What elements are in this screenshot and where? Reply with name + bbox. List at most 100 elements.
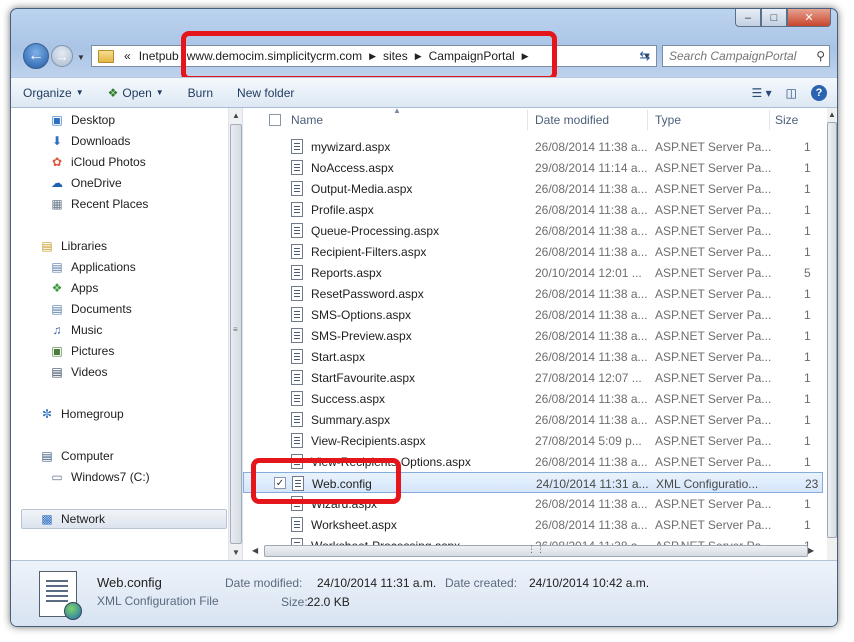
file-row[interactable]: Wizard.aspx 26/08/2014 11:38 a... ASP.NET … bbox=[243, 493, 823, 514]
nav-item-applications[interactable]: ▤ Applications bbox=[49, 256, 135, 277]
file-row[interactable]: View-Recipients.aspx 27/08/2014 5:09 p...… bbox=[243, 430, 823, 451]
file-row[interactable]: Summary.aspx 26/08/2014 11:38 a... ASP.NET… bbox=[243, 409, 823, 430]
file-list-hscrollbar[interactable]: ◀ ⋮⋮ ▶ bbox=[250, 543, 816, 559]
search-box[interactable]: ⚲ bbox=[662, 45, 830, 67]
hscroll-thumb[interactable]: ⋮⋮ bbox=[264, 544, 808, 557]
file-row[interactable]: NoAccess.aspx 29/08/2014 11:14 a... ASP.NE… bbox=[243, 157, 823, 178]
column-header-name[interactable]: Name bbox=[291, 113, 323, 127]
nav-item-icloud-photos[interactable]: ✿ iCloud Photos bbox=[49, 151, 146, 172]
breadcrumb-sites[interactable]: sites bbox=[379, 49, 412, 63]
column-header-type[interactable]: Type bbox=[655, 113, 681, 127]
minimize-button[interactable]: – bbox=[735, 9, 761, 27]
breadcrumb-campaignportal[interactable]: CampaignPortal bbox=[425, 49, 519, 63]
nav-item-desktop[interactable]: ▣ Desktop bbox=[49, 109, 115, 130]
file-type: ASP.NET Server Pa... bbox=[655, 224, 772, 238]
checkbox[interactable] bbox=[269, 114, 281, 126]
breadcrumb-separator-icon[interactable]: ▶ bbox=[519, 51, 532, 62]
file-row[interactable]: Success.aspx 26/08/2014 11:38 a... ASP.NET… bbox=[243, 388, 823, 409]
file-row[interactable]: StartFavourite.aspx 27/08/2014 12:07 ... A… bbox=[243, 367, 823, 388]
file-row[interactable]: View-Recipients-Options.aspx 26/08/2014 1… bbox=[243, 451, 823, 472]
nav-item-homegroup[interactable]: ✼ Homegroup bbox=[39, 403, 124, 424]
file-row[interactable]: Start.aspx 26/08/2014 11:38 a... ASP.NET S… bbox=[243, 346, 823, 367]
new-folder-button[interactable]: New folder bbox=[225, 78, 306, 107]
forward-button[interactable]: → bbox=[51, 45, 73, 67]
details-size-value: 22.0 KB bbox=[307, 595, 350, 609]
address-bar[interactable]: « Inetpub www.democim.simplicitycrm.com … bbox=[91, 45, 657, 67]
nav-item-libraries[interactable]: ▤ Libraries bbox=[39, 235, 107, 256]
chevron-down-icon: ▼ bbox=[75, 88, 84, 97]
file-list-vscrollbar[interactable]: ▲ bbox=[827, 108, 837, 560]
nav-item-apps[interactable]: ❖ Apps bbox=[49, 277, 99, 298]
breadcrumb-site[interactable]: www.democim.simplicitycrm.com bbox=[183, 49, 366, 63]
file-type: ASP.NET Server Pa... bbox=[655, 350, 772, 364]
close-button[interactable]: ✕ bbox=[787, 9, 831, 27]
column-divider[interactable] bbox=[527, 110, 528, 130]
vscroll-thumb[interactable] bbox=[827, 122, 837, 538]
back-button[interactable]: ← bbox=[23, 43, 49, 69]
file-row[interactable]: Profile.aspx 26/08/2014 11:38 a... ASP.NET… bbox=[243, 199, 823, 220]
file-row[interactable]: Output-Media.aspx 26/08/2014 11:38 a... AS… bbox=[243, 178, 823, 199]
nav-item-music[interactable]: ♫ Music bbox=[49, 319, 103, 340]
select-all-checkbox[interactable] bbox=[269, 114, 281, 126]
preview-pane-icon[interactable]: ◫ bbox=[786, 86, 797, 100]
details-created-value: 24/10/2014 10:42 a.m. bbox=[529, 576, 650, 590]
nav-label: Music bbox=[71, 322, 103, 337]
details-file-type: XML Configuration File bbox=[97, 594, 219, 608]
scroll-right-icon[interactable]: ▶ bbox=[808, 546, 814, 555]
nav-scroll-thumb[interactable]: ≡ bbox=[230, 124, 242, 544]
file-size: 1 bbox=[804, 203, 811, 217]
file-date: 26/08/2014 11:38 a... bbox=[535, 203, 648, 217]
file-row[interactable]: SMS-Preview.aspx 26/08/2014 11:38 a... ASP… bbox=[243, 325, 823, 346]
file-row[interactable]: Reports.aspx 20/10/2014 12:01 ... ASP.NET … bbox=[243, 262, 823, 283]
search-input[interactable] bbox=[663, 48, 811, 64]
organize-label: Organize bbox=[23, 85, 72, 100]
change-view-icon[interactable]: ☰ ▾ bbox=[752, 86, 772, 100]
organize-button[interactable]: Organize ▼ bbox=[11, 78, 96, 107]
aspx-file-icon bbox=[291, 286, 303, 301]
search-icon[interactable]: ⚲ bbox=[816, 49, 825, 63]
file-type: ASP.NET Server Pa... bbox=[655, 518, 772, 532]
help-icon[interactable]: ? bbox=[811, 84, 827, 101]
aspx-file-icon bbox=[291, 223, 303, 238]
nav-item-network[interactable]: ▩ Network bbox=[39, 508, 105, 529]
refresh-button[interactable]: ⇆ bbox=[633, 46, 657, 66]
maximize-button[interactable]: □ bbox=[761, 9, 787, 27]
file-name: Summary.aspx bbox=[311, 413, 391, 427]
column-divider[interactable] bbox=[769, 110, 770, 130]
breadcrumb-separator-icon[interactable]: ▶ bbox=[412, 51, 425, 62]
open-button[interactable]: ❖ Open ▼ bbox=[96, 78, 176, 107]
nav-item-pictures[interactable]: ▣ Pictures bbox=[49, 340, 114, 361]
aspx-file-icon bbox=[291, 349, 303, 364]
scroll-left-icon[interactable]: ◀ bbox=[252, 546, 258, 555]
file-row[interactable]: mywizard.aspx 26/08/2014 11:38 a... ASP.NE… bbox=[243, 136, 823, 157]
column-header-date[interactable]: Date modified bbox=[535, 113, 609, 127]
nav-item-drive-c[interactable]: ▭ Windows7 (C:) bbox=[49, 466, 149, 487]
burn-button[interactable]: Burn bbox=[176, 78, 225, 107]
address-history-chevron[interactable]: « bbox=[120, 49, 135, 63]
breadcrumb-inetpub[interactable]: Inetpub bbox=[135, 49, 183, 63]
nav-scrollbar[interactable]: ▲ ≡ ▼ bbox=[228, 108, 242, 560]
recent-pages-dropdown[interactable]: ▼ bbox=[77, 53, 85, 62]
nav-item-videos[interactable]: ▤ Videos bbox=[49, 361, 107, 382]
file-row[interactable]: Worksheet.aspx 26/08/2014 11:38 a... ASP.N… bbox=[243, 514, 823, 535]
nav-item-documents[interactable]: ▤ Documents bbox=[49, 298, 131, 319]
nav-item-downloads[interactable]: ⬇ Downloads bbox=[49, 130, 130, 151]
breadcrumb-separator-icon[interactable]: ▶ bbox=[366, 51, 379, 62]
scroll-up-icon[interactable]: ▲ bbox=[232, 111, 240, 120]
scroll-up-icon[interactable]: ▲ bbox=[828, 110, 836, 119]
nav-item-computer[interactable]: ▤ Computer bbox=[39, 445, 113, 466]
nav-item-onedrive[interactable]: ☁ OneDrive bbox=[49, 172, 122, 193]
file-row[interactable]: Queue-Processing.aspx 26/08/2014 11:38 a.… bbox=[243, 220, 823, 241]
scroll-down-icon[interactable]: ▼ bbox=[232, 548, 240, 557]
column-header-size[interactable]: Size bbox=[775, 113, 798, 127]
nav-item-recent-places[interactable]: ▦ Recent Places bbox=[49, 193, 148, 214]
details-size-label: Size: bbox=[281, 595, 308, 609]
row-checkbox[interactable]: ✓ bbox=[274, 477, 286, 489]
file-row[interactable]: SMS-Options.aspx 26/08/2014 11:38 a... ASP… bbox=[243, 304, 823, 325]
file-row[interactable]: ResetPassword.aspx 26/08/2014 11:38 a... A… bbox=[243, 283, 823, 304]
column-divider[interactable] bbox=[647, 110, 648, 130]
file-row[interactable]: Recipient-Filters.aspx 26/08/2014 11:38 a… bbox=[243, 241, 823, 262]
refresh-icon: ⇆ bbox=[639, 48, 651, 63]
file-row-selected[interactable]: ✓ Web.config 24/10/2014 11:31 a... XML Conf… bbox=[243, 472, 823, 493]
checkmark-icon[interactable]: ✓ bbox=[274, 477, 286, 489]
